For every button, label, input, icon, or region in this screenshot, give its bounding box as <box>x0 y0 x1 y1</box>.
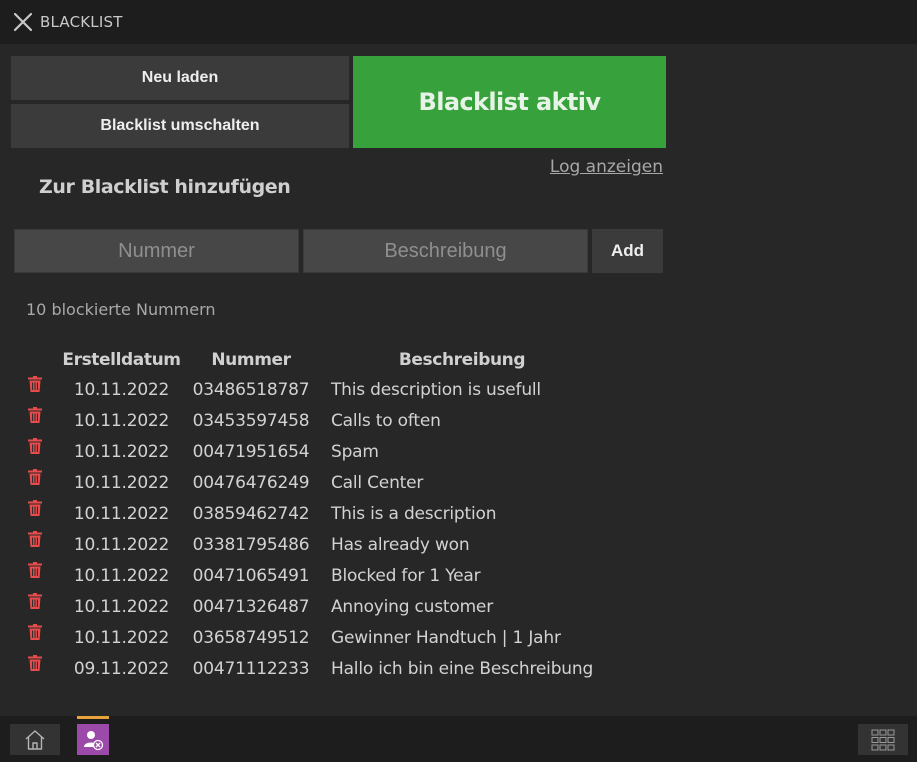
row-description: Call Center <box>331 472 424 493</box>
table-row: 10.11.2022 03486518787 This description is… <box>22 374 593 405</box>
table-row: 10.11.2022 03658749512 Gewinner Handtuch |… <box>22 622 593 653</box>
apps-grid-icon[interactable] <box>858 724 908 755</box>
toggle-blacklist-button[interactable]: Blacklist umschalten <box>11 104 349 148</box>
row-description: Annoying customer <box>331 596 493 617</box>
row-number: 00476476249 <box>192 472 310 493</box>
row-description: This is a description <box>331 503 497 524</box>
row-date: 10.11.2022 <box>73 441 170 462</box>
add-section-heading: Zur Blacklist hinzufügen <box>39 176 291 198</box>
close-icon[interactable] <box>11 10 35 34</box>
header-date: Erstelldatum <box>62 349 181 370</box>
bottom-nav <box>0 716 917 762</box>
trash-icon[interactable] <box>28 624 42 645</box>
table-row: 10.11.2022 00471951654 Spam <box>22 436 593 467</box>
row-number: 00471951654 <box>192 441 310 462</box>
row-number: 03859462742 <box>192 503 310 524</box>
page-title: BLACKLIST <box>40 13 123 31</box>
show-log-link[interactable]: Log anzeigen <box>550 157 663 177</box>
trash-icon[interactable] <box>28 407 42 428</box>
row-number: 00471112233 <box>192 658 310 679</box>
trash-icon[interactable] <box>28 562 42 583</box>
row-description: Blocked for 1 Year <box>331 565 481 586</box>
trash-icon[interactable] <box>28 655 42 676</box>
trash-icon[interactable] <box>28 500 42 521</box>
row-date: 10.11.2022 <box>73 596 170 617</box>
number-input[interactable] <box>14 229 299 273</box>
row-description: Calls to often <box>331 410 441 431</box>
blacklist-table: Erstelldatum Nummer Beschreibung 10.11.2… <box>22 345 593 684</box>
row-date: 10.11.2022 <box>73 410 170 431</box>
table-row: 10.11.2022 03859462742 This is a descripti… <box>22 498 593 529</box>
active-indicator <box>77 716 109 719</box>
row-number: 03381795486 <box>192 534 310 555</box>
table-row: 10.11.2022 03453597458 Calls to often <box>22 405 593 436</box>
row-date: 10.11.2022 <box>73 534 170 555</box>
trash-icon[interactable] <box>28 376 42 397</box>
row-number: 03486518787 <box>192 379 310 400</box>
trash-icon[interactable] <box>28 531 42 552</box>
row-description: Has already won <box>331 534 470 555</box>
blocked-count: 10 blockierte Nummern <box>26 300 216 319</box>
add-button[interactable]: Add <box>592 229 663 273</box>
row-description: Gewinner Handtuch | 1 Jahr <box>331 627 561 648</box>
trash-icon[interactable] <box>28 469 42 490</box>
row-date: 10.11.2022 <box>73 627 170 648</box>
home-icon[interactable] <box>10 724 60 755</box>
row-date: 10.11.2022 <box>73 565 170 586</box>
header-number: Nummer <box>211 349 291 370</box>
trash-icon[interactable] <box>28 438 42 459</box>
row-description: Hallo ich bin eine Beschreibung <box>331 658 594 679</box>
row-description: Spam <box>331 441 379 462</box>
description-input[interactable] <box>303 229 588 273</box>
row-number: 00471065491 <box>192 565 310 586</box>
title-bar: BLACKLIST <box>0 0 917 44</box>
row-date: 10.11.2022 <box>73 379 170 400</box>
table-row: 10.11.2022 03381795486 Has already won <box>22 529 593 560</box>
header-description: Beschreibung <box>398 349 526 370</box>
row-number: 00471326487 <box>192 596 310 617</box>
table-row: 10.11.2022 00471326487 Annoying customer <box>22 591 593 622</box>
row-date: 10.11.2022 <box>73 503 170 524</box>
row-date: 10.11.2022 <box>73 472 170 493</box>
header-delete <box>22 345 62 374</box>
table-body: 10.11.2022 03486518787 This description is… <box>22 374 593 684</box>
reload-button[interactable]: Neu laden <box>11 56 349 100</box>
table-row: 10.11.2022 00471065491 Blocked for 1 Year <box>22 560 593 591</box>
user-block-icon[interactable] <box>77 724 109 755</box>
row-date: 09.11.2022 <box>73 658 170 679</box>
row-number: 03658749512 <box>192 627 310 648</box>
blacklist-status-badge: Blacklist aktiv <box>353 56 666 148</box>
row-number: 03453597458 <box>192 410 310 431</box>
table-header-row: Erstelldatum Nummer Beschreibung <box>22 345 593 374</box>
table-row: 09.11.2022 00471112233 Hallo ich bin eine … <box>22 653 593 684</box>
row-description: This description is usefull <box>331 379 541 400</box>
trash-icon[interactable] <box>28 593 42 614</box>
table-row: 10.11.2022 00476476249 Call Center <box>22 467 593 498</box>
